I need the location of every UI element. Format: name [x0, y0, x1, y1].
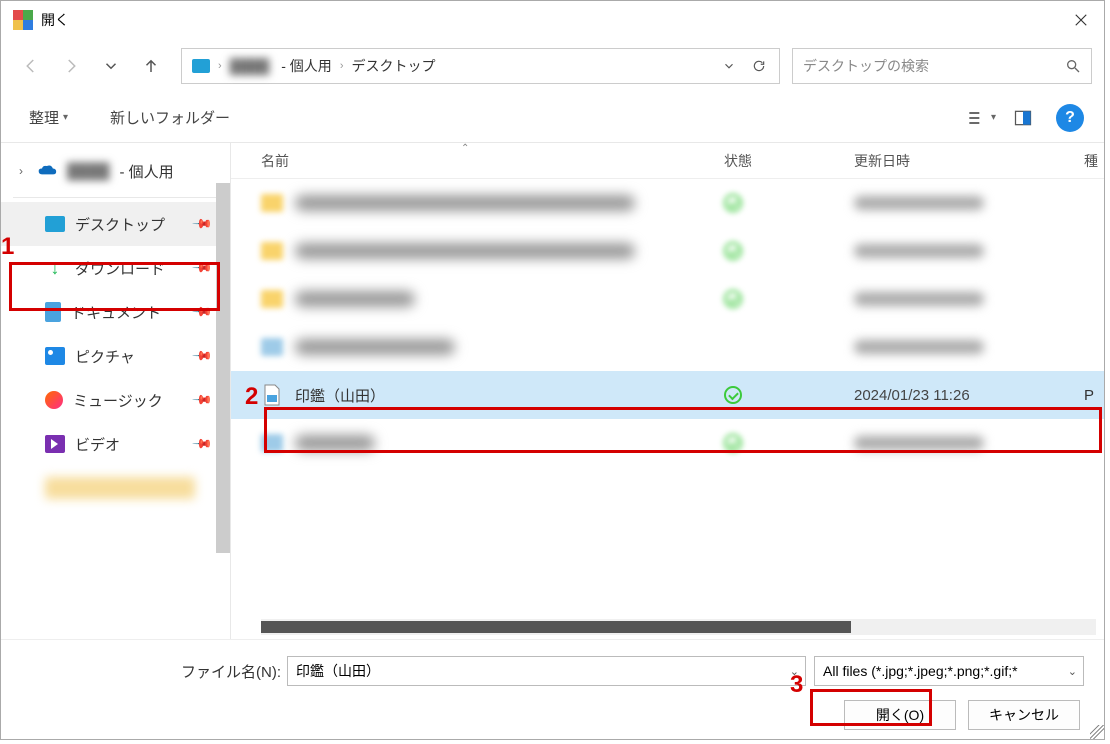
folder-icon: [261, 434, 283, 452]
address-bar[interactable]: › ████ - 個人用 › デスクトップ: [181, 48, 780, 84]
close-button[interactable]: [1058, 1, 1104, 39]
sidebar-item-label: デスクトップ: [75, 214, 165, 235]
annotation-2-number: 2: [245, 383, 258, 411]
open-button[interactable]: 開く(O): [844, 700, 956, 730]
sync-ok-icon: [724, 386, 742, 404]
new-folder-button[interactable]: 新しいフォルダー: [102, 103, 238, 132]
image-file-icon: [261, 384, 283, 406]
forward-button[interactable]: [53, 48, 89, 84]
desktop-icon: [45, 216, 65, 232]
file-row-selected[interactable]: 印鑑（山田） 2024/01/23 11:26 P: [231, 371, 1104, 419]
folder-icon: [261, 242, 283, 260]
breadcrumb-folder[interactable]: デスクトップ: [347, 56, 439, 76]
onedrive-label: - 個人用: [120, 161, 174, 182]
filename-input[interactable]: 印鑑（山田） ⌄: [287, 656, 806, 686]
sidebar-item-label: ドキュメント: [71, 302, 161, 323]
monitor-icon: [192, 59, 210, 73]
folder-icon: [261, 290, 283, 308]
recent-locations-button[interactable]: [93, 48, 129, 84]
music-icon: [45, 391, 63, 409]
blurred-user: ████: [230, 58, 270, 74]
video-icon: [45, 435, 65, 453]
column-header-type[interactable]: 種: [1084, 151, 1104, 171]
column-header-modified[interactable]: 更新日時: [854, 151, 1084, 171]
pin-icon: 📌: [191, 345, 214, 368]
file-name: 印鑑（山田）: [295, 385, 724, 406]
sidebar-item-pictures[interactable]: ピクチャ 📌: [1, 334, 230, 378]
cancel-button[interactable]: キャンセル: [968, 700, 1080, 730]
personal-suffix: - 個人用: [281, 56, 332, 76]
sidebar-item-documents[interactable]: ドキュメント 📌: [1, 290, 230, 334]
file-date: 2024/01/23 11:26: [854, 387, 1084, 404]
search-icon: [1065, 58, 1081, 74]
pin-icon: 📌: [191, 213, 214, 236]
column-header-name[interactable]: 名前 ⌃: [261, 151, 724, 171]
file-row-blurred[interactable]: [231, 323, 1104, 371]
folder-icon: [261, 338, 283, 356]
sidebar-item-desktop[interactable]: デスクトップ 📌: [1, 202, 230, 246]
file-row-blurred[interactable]: [231, 275, 1104, 323]
pin-icon: 📌: [191, 257, 214, 280]
up-button[interactable]: [133, 48, 169, 84]
picture-icon: [45, 347, 65, 365]
sidebar-item-videos[interactable]: ビデオ 📌: [1, 422, 230, 466]
sidebar-item-blurred[interactable]: [1, 466, 230, 510]
sidebar-item-label: ビデオ: [75, 434, 120, 455]
sidebar-item-label: ミュージック: [73, 390, 163, 411]
sidebar-item-downloads[interactable]: ↓ ダウンロード 📌: [1, 246, 230, 290]
column-header-status[interactable]: 状態: [724, 151, 854, 171]
blurred-user-sidebar: ████: [67, 163, 110, 180]
refresh-button[interactable]: [749, 56, 769, 76]
app-icon: [13, 10, 33, 30]
view-caret: ▾: [991, 112, 996, 123]
sort-indicator-icon: ⌃: [461, 143, 469, 154]
pin-icon: 📌: [191, 389, 214, 412]
sidebar-item-music[interactable]: ミュージック 📌: [1, 378, 230, 422]
sidebar: › ████ - 個人用 デスクトップ 📌 ↓ ダウンロード 📌 ドキュメント …: [1, 143, 231, 639]
file-row-blurred[interactable]: [231, 227, 1104, 275]
sidebar-scrollbar[interactable]: [216, 183, 230, 553]
annotation-1-number: 1: [1, 233, 14, 261]
chevron-right-icon: ›: [15, 164, 27, 178]
folder-icon: [261, 194, 283, 212]
file-row-blurred[interactable]: [231, 179, 1104, 227]
file-row-blurred[interactable]: [231, 419, 1104, 467]
back-button[interactable]: [13, 48, 49, 84]
filename-label: ファイル名(N):: [181, 661, 281, 682]
horizontal-scrollbar[interactable]: [261, 619, 1096, 635]
address-dropdown-button[interactable]: [719, 56, 739, 76]
sidebar-item-label: ダウンロード: [75, 258, 165, 279]
download-icon: ↓: [45, 258, 65, 278]
help-button[interactable]: ?: [1056, 104, 1084, 132]
document-icon: [45, 302, 61, 322]
annotation-3-number: 3: [790, 671, 803, 699]
onedrive-icon: [37, 161, 57, 181]
search-placeholder: デスクトップの検索: [803, 56, 1065, 76]
sidebar-item-onedrive[interactable]: › ████ - 個人用: [1, 149, 230, 193]
chevron-down-icon: ⌄: [1068, 665, 1077, 678]
pin-icon: 📌: [191, 301, 214, 324]
pin-icon: 📌: [191, 433, 214, 456]
view-menu[interactable]: [959, 101, 993, 135]
file-type-initial: P: [1084, 387, 1104, 404]
window-title: 開く: [41, 10, 69, 30]
resize-grip[interactable]: [1090, 725, 1104, 739]
preview-pane-button[interactable]: [1006, 101, 1040, 135]
search-input[interactable]: デスクトップの検索: [792, 48, 1092, 84]
filetype-select[interactable]: All files (*.jpg;*.jpeg;*.png;*.gif;* ⌄: [814, 656, 1084, 686]
sidebar-item-label: ピクチャ: [75, 346, 135, 367]
file-list: 名前 ⌃ 状態 更新日時 種: [231, 143, 1104, 639]
organize-menu[interactable]: 整理▾: [21, 103, 76, 132]
